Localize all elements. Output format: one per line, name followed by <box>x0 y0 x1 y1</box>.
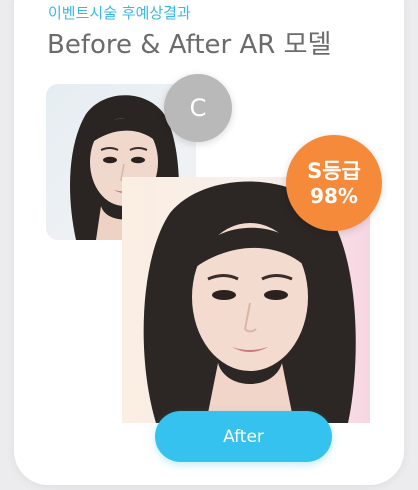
after-grade-percent: 98% <box>310 184 358 208</box>
before-grade-badge: C <box>164 74 232 142</box>
section-subtitle: 이벤트시술 후예상결과 <box>48 4 191 22</box>
after-grade-badge: S등급 98% <box>286 135 382 231</box>
section-title: Before & After AR 모델 <box>47 30 332 60</box>
before-grade-label: C <box>189 94 207 122</box>
after-button[interactable]: After <box>155 411 332 462</box>
after-grade-label: S등급 <box>307 159 361 183</box>
